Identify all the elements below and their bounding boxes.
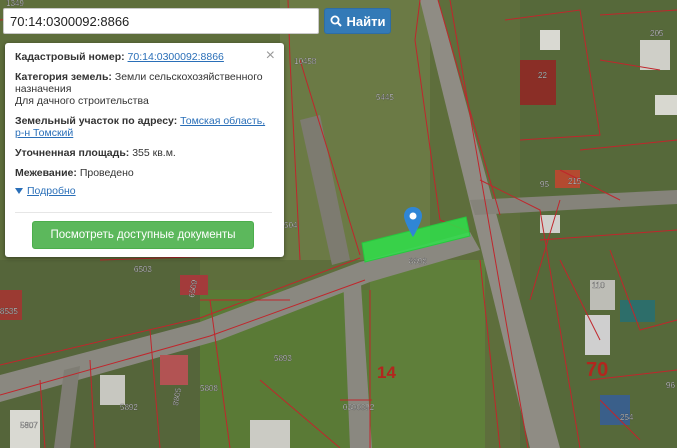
- map-label: 95: [540, 180, 549, 189]
- area-value: 355 кв.м.: [132, 147, 176, 159]
- search-bar[interactable]: [3, 8, 319, 34]
- map-label: 10458: [294, 57, 317, 66]
- details-link[interactable]: Подробно: [27, 185, 76, 197]
- map-label: 254: [620, 413, 634, 422]
- map-label: 5893: [274, 354, 292, 363]
- area-label: Уточненная площадь:: [15, 147, 130, 159]
- search-button[interactable]: Найти: [324, 8, 391, 34]
- view-documents-button[interactable]: Посмотреть доступные документы: [32, 221, 254, 249]
- search-icon: [330, 15, 342, 27]
- map-label: 0300092: [343, 403, 375, 412]
- map-label: 5892: [120, 403, 138, 412]
- details-toggle[interactable]: Подробно: [15, 185, 274, 197]
- cadastral-link[interactable]: 70:14:0300092:8866: [128, 51, 224, 63]
- map-label: 8535: [0, 307, 18, 316]
- category-row: Категория земель: Земли сельскохозяйстве…: [15, 71, 274, 107]
- survey-label: Межевание:: [15, 167, 77, 179]
- survey-row: Межевание: Проведено: [15, 167, 274, 179]
- map-label: 5807: [20, 421, 38, 430]
- map-label: 96: [666, 381, 675, 390]
- address-label: Земельный участок по адресу:: [15, 115, 178, 127]
- usage-value: Для дачного строительства: [15, 95, 149, 107]
- close-icon[interactable]: ×: [266, 48, 275, 64]
- quarter-label: 14: [377, 363, 396, 382]
- map-label: 215: [568, 177, 582, 186]
- district-label: 70: [586, 359, 608, 381]
- divider: [15, 212, 272, 213]
- map-label: 6503: [134, 265, 152, 274]
- parcel-info-popup: × Кадастровый номер: 70:14:0300092:8866 …: [5, 43, 284, 257]
- address-row: Земельный участок по адресу: Томская обл…: [15, 115, 274, 139]
- map-label: 504: [284, 221, 298, 230]
- search-input[interactable]: [4, 9, 318, 33]
- category-label: Категория земель:: [15, 71, 112, 83]
- area-row: Уточненная площадь: 355 кв.м.: [15, 147, 274, 159]
- map-label: 8898: [409, 257, 427, 266]
- cadastral-label: Кадастровый номер:: [15, 51, 125, 63]
- triangle-down-icon: [15, 188, 23, 194]
- map-label: 22: [538, 71, 547, 80]
- search-button-label: Найти: [346, 13, 386, 29]
- survey-value: Проведено: [79, 167, 134, 179]
- map-label: 5445: [376, 93, 394, 102]
- map-label: 5808: [200, 384, 218, 393]
- map-label: 1349: [6, 0, 24, 8]
- cadastral-row: Кадастровый номер: 70:14:0300092:8866: [15, 51, 274, 63]
- map-label: 110: [592, 281, 605, 290]
- map-label: 205: [650, 29, 664, 38]
- map-marker-icon[interactable]: [404, 207, 422, 237]
